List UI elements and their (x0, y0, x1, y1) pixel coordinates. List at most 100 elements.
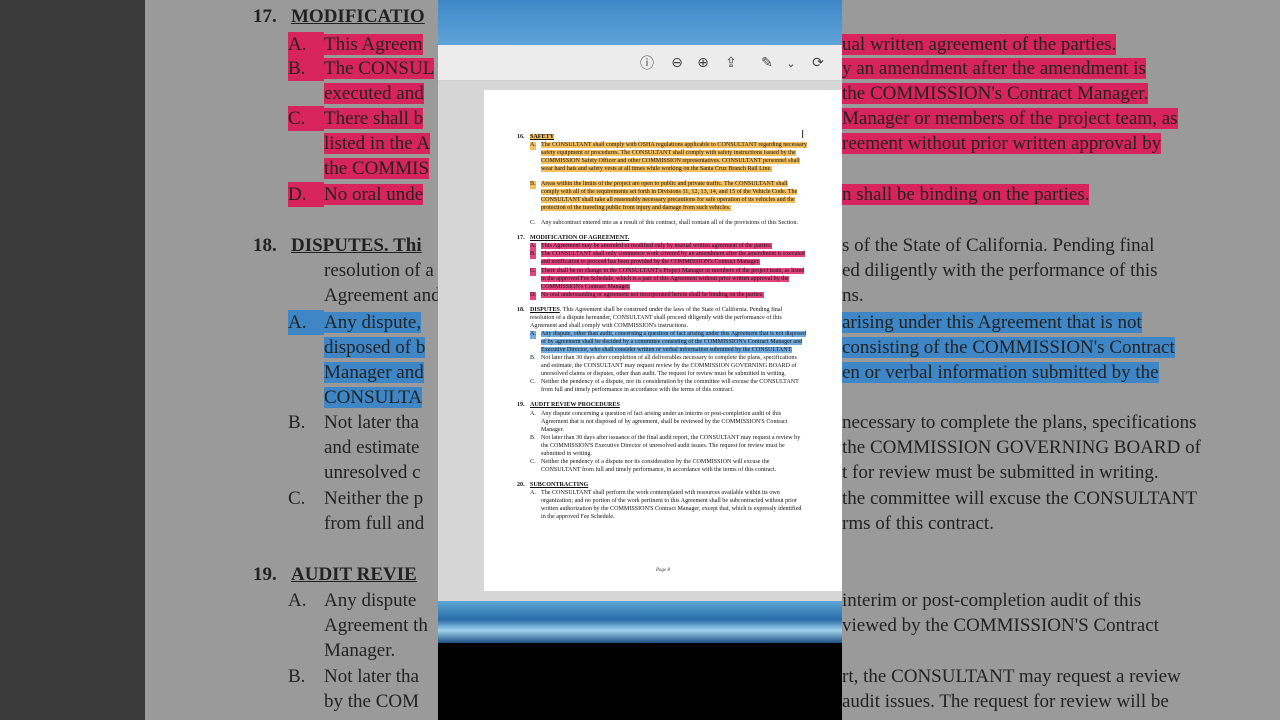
rotate-button[interactable]: ⟳ (808, 53, 828, 73)
background-line: resolution of a di (324, 258, 453, 283)
background-text: unresolved c (324, 462, 421, 483)
section-title: AUDIT REVIEW PROCEDURES (530, 402, 620, 409)
markup-pen-button[interactable]: ✎ (757, 53, 777, 73)
wallpaper-bottom (438, 601, 842, 643)
background-line: 18. DISPUTES. Thi (253, 233, 422, 258)
background-line-tail: viewed by the COMMISSION'S Contract (842, 613, 1159, 638)
background-line-tail: reement without prior written approval b… (842, 131, 1162, 156)
share-button[interactable]: ⇪ (721, 53, 741, 73)
background-text: Not later tha (324, 412, 419, 433)
item-letter: B. (530, 355, 536, 362)
background-line: from full and (324, 511, 424, 536)
background-line: B. Not later tha (288, 410, 419, 435)
background-text-tail: viewed by the COMMISSION'S Contract (842, 615, 1159, 636)
info-button[interactable]: ⓘ (637, 53, 657, 73)
section-title: DISPUTES (530, 306, 560, 313)
pdf-toolbar: ⓘ ⊖ ⊕ ⇪ ✎ ⌄ ⟳ (438, 45, 842, 81)
background-line-tail: rms of this contract. (842, 511, 994, 536)
background-line: and estimate (324, 435, 420, 460)
document-section: 20. SUBCONTRACTING A. The CONSULTANT shall … (517, 482, 807, 522)
background-line: A. Any dispute (288, 588, 416, 613)
section-item: A. The CONSULTANT shall perform the work … (517, 490, 807, 522)
background-line-tail: the COMMISSION's Contract Manager. (842, 81, 1149, 106)
background-line: C. Neither the p (288, 486, 423, 511)
phone-screen: ⓘ ⊖ ⊕ ⇪ ✎ ⌄ ⟳ 16. SAFETY A. The CONSULTANT shall … (438, 0, 842, 720)
background-text: Manager and (324, 362, 424, 383)
background-text-tail: ed diligently with the performance of th… (842, 260, 1158, 281)
background-section-number: 19. (253, 564, 277, 585)
background-item-letter: D. (288, 182, 324, 207)
background-text-tail: ual written agreement of the parties. (842, 34, 1117, 55)
background-line-tail: ual written agreement of the parties. (842, 32, 1117, 57)
section-number: 18. (517, 306, 525, 313)
background-line-tail: n shall be binding on the parties. (842, 182, 1090, 207)
section-item: B. Not later than 30 days after completio… (517, 355, 807, 379)
background-line-tail: consisting of the COMMISSION's Contract (842, 335, 1175, 360)
background-item-letter: C. (288, 488, 306, 509)
background-line-tail: arising under this Agreement that is not (842, 310, 1142, 335)
item-text: No oral understanding or agreement not i… (541, 291, 764, 298)
section-item: C. Any subcontract entered into as a resu… (517, 220, 807, 228)
background-line-tail: t for review must be submitted in writin… (842, 460, 1159, 485)
wallpaper-top (438, 0, 842, 45)
share-icon: ⇪ (725, 55, 737, 71)
item-letter: C. (530, 267, 536, 276)
item-text: There shall be no change in the CONSULTA… (541, 267, 805, 290)
background-line: D. No oral unde (288, 182, 424, 207)
item-letter: B. (530, 434, 536, 441)
section-item: A. The CONSULTANT shall comply with OSHA … (517, 142, 807, 174)
background-text: Agreement th (324, 615, 428, 636)
item-text: Any dispute, other than audit, concernin… (541, 331, 807, 353)
background-text-tail: ns. (842, 285, 864, 306)
section-heading: SUBCONTRACTING (517, 482, 807, 490)
section-item: B. Not later than 30 days after issuance … (517, 435, 807, 459)
background-line: B. Not later tha (288, 664, 419, 689)
background-line: C. There shall b (288, 106, 424, 131)
background-text-tail: n shall be binding on the parties. (842, 184, 1090, 205)
item-text: Not later than 30 days after completion … (541, 355, 797, 378)
background-text: and estimate (324, 437, 420, 458)
item-text: Areas within the limits of the project a… (541, 181, 798, 211)
background-text-tail: the COMMISSION's Contract Manager. (842, 83, 1149, 104)
background-line: Agreement th (324, 613, 428, 638)
background-line: the COMMIS (324, 156, 430, 181)
item-text: The CONSULTANT shall only commence work … (541, 251, 805, 266)
zoom-in-button[interactable]: ⊕ (693, 53, 713, 73)
markup-pen-icon: ✎ (761, 55, 773, 71)
background-line-tail: the committee will excuse the CONSULTANT (842, 486, 1197, 511)
background-text-tail: rms of this contract. (842, 513, 994, 534)
background-text-tail: s of the State of California. Pending fi… (842, 235, 1155, 256)
pdf-viewer[interactable]: 16. SAFETY A. The CONSULTANT shall comply w… (438, 81, 842, 601)
background-text: Agreement and s (324, 285, 453, 306)
chevron-down-button[interactable]: ⌄ (781, 53, 801, 73)
background-item-letter: C. (288, 106, 324, 131)
background-text-tail: y an amendment after the amendment is (842, 58, 1146, 79)
background-line-tail: interim or post-completion audit of this (842, 588, 1141, 613)
item-text: The CONSULTANT shall comply with OSHA re… (541, 142, 807, 173)
background-text: by the COM (324, 691, 419, 712)
background-line: A. This Agreem (288, 32, 423, 57)
item-letter: C. (530, 379, 536, 386)
section-item: A. This Agreement may be amended or modif… (517, 242, 807, 251)
background-text: This Agreem (324, 34, 423, 55)
background-line-tail: the COMMISSION GOVERNING BOARD of (842, 435, 1201, 460)
background-text: AUDIT REVIE (291, 564, 417, 585)
background-text: the COMMIS (324, 158, 430, 179)
background-line-tail: rt, the CONSULTANT may request a review (842, 664, 1181, 689)
background-line-tail: ed diligently with the performance of th… (842, 258, 1158, 283)
background-text: MODIFICATIO (291, 6, 425, 27)
section-heading: SAFETY (517, 134, 807, 142)
item-letter: A. (530, 410, 536, 417)
background-section-number: 18. (253, 235, 277, 256)
background-text-tail: consisting of the COMMISSION's Contract (842, 337, 1175, 358)
section-item: A. Any dispute concerning a question of f… (517, 411, 807, 435)
background-line-tail: necessary to complete the plans, specifi… (842, 410, 1197, 435)
zoom-out-button[interactable]: ⊖ (667, 53, 687, 73)
item-text: Any dispute concerning a question of fac… (541, 410, 788, 433)
background-text: Any dispute, (324, 312, 422, 333)
background-line: B. The CONSUL (288, 56, 435, 81)
background-text-tail: Manager or members of the project team, … (842, 108, 1178, 129)
background-text-tail: reement without prior written approval b… (842, 133, 1162, 154)
background-text-tail: the committee will excuse the CONSULTANT (842, 488, 1198, 509)
background-text: CONSULTA (324, 387, 423, 408)
